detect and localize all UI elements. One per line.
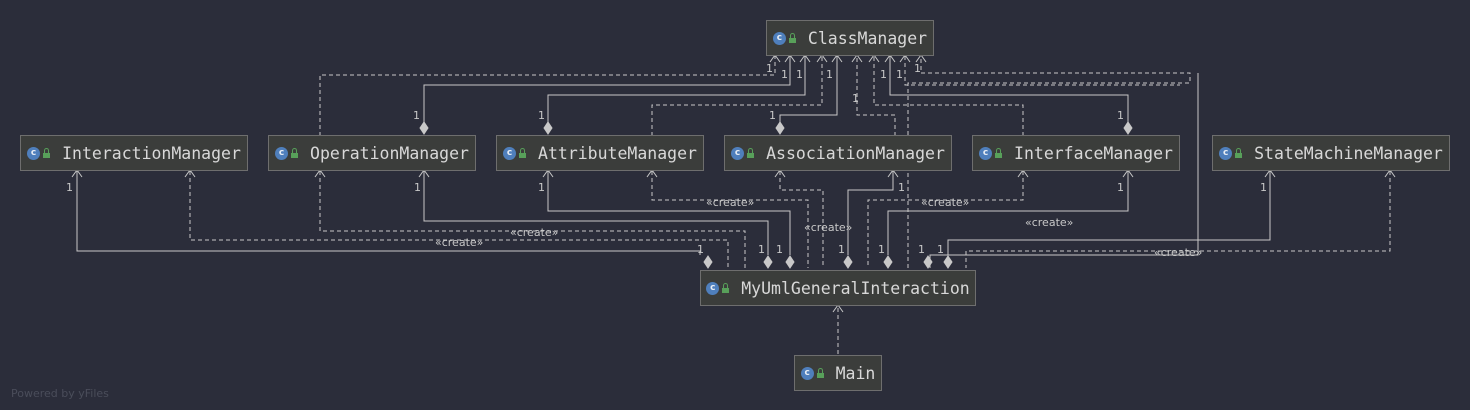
create-label: «create» [921,196,969,209]
class-name: MyUmlGeneralInteraction [741,278,970,298]
diamond [543,121,553,135]
multiplicity: 1 [697,243,704,256]
create-label: «create» [1025,216,1073,229]
create-labels: «create» «create» «create» «create» «cre… [435,196,1202,259]
public-visibility-icon [995,147,1003,158]
multiplicity: 1 [766,62,773,75]
edge-association-bottom-solid [847,171,894,255]
create-label: «create» [435,236,483,249]
create-label: «create» [706,196,754,209]
multiplicity: 1 [1117,181,1124,194]
class-name: Main [835,363,876,383]
multiplicity: 1 [413,109,420,122]
public-visibility-icon [788,32,796,43]
edge-interaction-dep [189,171,729,268]
class-name: OperationManager [310,143,469,163]
class-node-associationmanager[interactable]: c AssociationManager [724,135,952,171]
class-name: InterfaceManager [1014,143,1173,163]
class-icon: c [706,281,720,295]
public-visibility-icon [1235,147,1243,158]
class-name: ClassManager [807,28,928,48]
class-node-classmanager[interactable]: c ClassManager [766,20,934,56]
class-name: AttributeManager [538,143,697,163]
class-name: AssociationManager [766,143,945,163]
multiplicity: 1 [1260,181,1267,194]
multiplicity: 1 [826,68,833,81]
multiplicity: 1 [918,243,925,256]
multiplicity: 1 [878,243,885,256]
multiplicity: 1 [898,181,905,194]
class-icon: c [772,31,786,45]
multiplicity: 1 [880,68,887,81]
diamond [843,255,853,269]
edge-interaction-solid [76,171,701,255]
public-visibility-icon [519,147,527,158]
class-diagram: «create» «create» «create» «create» «cre… [66,54,1396,354]
class-icon: c [979,146,993,160]
class-node-main[interactable]: c Main [794,355,882,391]
class-name: StateMachineManager [1254,143,1443,163]
multiplicity: 1 [937,243,944,256]
create-label: «create» [510,226,558,239]
multiplicity: 1 [781,68,788,81]
powered-by-watermark: Powered by yFiles [11,387,109,400]
edge-interface-classmanager-comp [889,56,1129,125]
multiplicity: 1 [414,181,421,194]
multiplicity: 1 [538,109,545,122]
class-node-interactionmanager[interactable]: c InteractionManager [20,135,248,171]
edge-operation-classmanager-comp [423,56,791,125]
multiplicity: 1 [896,68,903,81]
public-visibility-icon [722,282,730,293]
diamond [703,255,713,269]
class-icon: c [275,146,289,160]
class-node-myumlgeneralinteraction[interactable]: c MyUmlGeneralInteraction [700,270,976,306]
multiplicity: 1 [538,181,545,194]
class-node-operationmanager[interactable]: c OperationManager [268,135,476,171]
class-icon: c [27,146,41,160]
class-icon: c [503,146,517,160]
multiplicity: 1 [914,62,921,75]
public-visibility-icon [816,367,824,378]
diamond [419,121,429,135]
public-visibility-icon [747,147,755,158]
multiplicity: 1 [852,92,859,105]
class-node-statemachinemanager[interactable]: c StateMachineManager [1212,135,1450,171]
edge-operation-bottom-dep [319,171,746,268]
diamond [1123,121,1133,135]
multiplicity: 1 [769,109,776,122]
edge-statemachine-solid [947,171,1271,255]
diamond [883,255,893,269]
edge-association-classmanager-dep [856,56,896,136]
diamond [785,255,795,269]
class-icon: c [800,366,814,380]
create-label: «create» [804,221,852,234]
multiplicity: 1 [838,243,845,256]
diamond [775,121,785,135]
public-visibility-icon [291,147,299,158]
diamond [923,255,933,269]
class-name: InteractionManager [62,143,241,163]
edge-attribute-bottom-dep [651,171,809,268]
edge-classmanager-extra [904,56,1180,86]
class-icon: c [731,146,745,160]
edge-attribute-bottom-solid [547,171,791,255]
diamond [763,255,773,269]
multiplicity: 1 [796,68,803,81]
multiplicity: 1 [66,181,73,194]
edge-association-classmanager-comp [779,56,838,125]
multiplicity: 1 [758,243,765,256]
diamond [943,255,953,269]
class-node-interfacemanager[interactable]: c InterfaceManager [972,135,1180,171]
create-label: «create» [1154,246,1202,259]
edge-interface-bottom-dep [867,171,1024,268]
public-visibility-icon [43,147,51,158]
multiplicity: 1 [776,243,783,256]
class-node-attributemanager[interactable]: c AttributeManager [496,135,704,171]
edge-association-bottom-dep [779,171,824,268]
multiplicity: 1 [1117,109,1124,122]
class-icon: c [1219,146,1233,160]
